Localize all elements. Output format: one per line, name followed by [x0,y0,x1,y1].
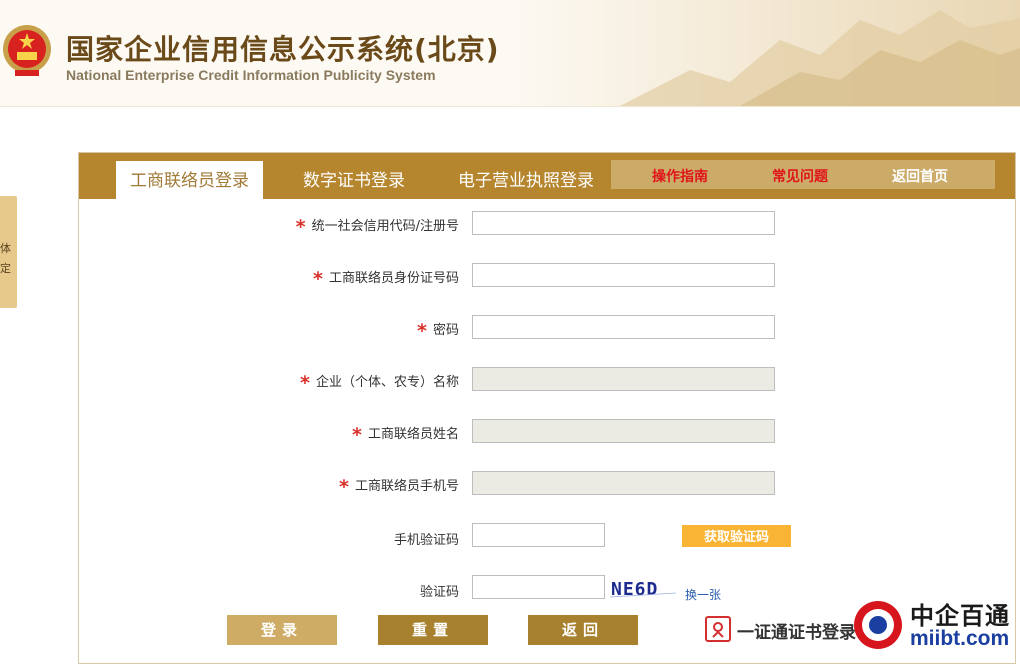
faq-link[interactable]: 常见问题 [772,166,828,186]
id-number-label: * 工商联络员身份证号码 [313,268,459,290]
get-sms-code-button[interactable]: 获取验证码 [682,525,791,547]
password-label: * 密码 [417,320,459,342]
back-button[interactable]: 返回 [528,615,638,645]
side-tab-text: 体 [0,242,11,255]
back-home-link[interactable]: 返回首页 [892,166,948,186]
quick-links: 操作指南 常见问题 返回首页 [611,160,995,189]
watermark-logo: 中企百通 miibt.com [850,596,1020,654]
login-panel: 工商联络员登录 数字证书登录 电子营业执照登录 操作指南 常见问题 返回首页 *… [78,152,1016,664]
page-header: 国家企业信用信息公示系统(北京) National Enterprise Cre… [0,0,1020,106]
captcha-text: NE6D [611,579,658,599]
site-subtitle: National Enterprise Credit Information P… [66,67,436,83]
id-number-input[interactable] [472,263,775,287]
enterprise-name-field [472,367,775,391]
credit-code-label: * 统一社会信用代码/注册号 [295,216,459,238]
contact-name-field [472,419,775,443]
tab-contact-login[interactable]: 工商联络员登录 [116,161,263,199]
sms-code-input[interactable] [472,523,605,547]
side-float-tab[interactable]: 体 定 [0,196,17,308]
refresh-captcha-link[interactable]: 换一张 [685,586,721,603]
certificate-icon [705,616,731,642]
required-mark: * [300,372,310,394]
captcha-input[interactable] [472,575,605,599]
required-mark: * [295,216,306,238]
captcha-image[interactable]: NE6D [610,577,676,599]
watermark-logo-icon [854,601,902,649]
login-button[interactable]: 登录 [227,615,337,645]
password-input[interactable] [472,315,775,339]
required-mark: * [313,268,323,290]
watermark-text-cn: 中企百通 [910,602,1010,630]
header-divider [0,106,1020,107]
contact-phone-label: * 工商联络员手机号 [339,476,459,498]
contact-phone-field [472,471,775,495]
site-title: 国家企业信用信息公示系统(北京) [66,33,500,66]
enterprise-name-label: * 企业（个体、农专）名称 [300,372,459,394]
required-mark: * [339,476,349,498]
tab-e-license-login[interactable]: 电子营业执照登录 [458,166,594,191]
tab-digital-cert-login[interactable]: 数字证书登录 [303,166,405,191]
reset-button[interactable]: 重置 [378,615,488,645]
captcha-label: 验证码 [419,585,459,600]
national-emblem-icon [3,25,51,76]
cert-login-label: 一证通证书登录 [737,623,856,643]
tab-bar: 工商联络员登录 数字证书登录 电子营业执照登录 操作指南 常见问题 返回首页 [79,153,1015,199]
credit-code-input[interactable] [472,211,775,235]
operation-guide-link[interactable]: 操作指南 [652,166,708,186]
required-mark: * [352,424,362,446]
contact-name-label: * 工商联络员姓名 [352,424,459,446]
watermark-text-en: miibt.com [910,627,1010,650]
required-mark: * [417,320,427,342]
sms-code-label: 手机验证码 [393,533,459,548]
mountain-illustration [500,0,1020,106]
side-tab-text: 定 [0,262,11,275]
